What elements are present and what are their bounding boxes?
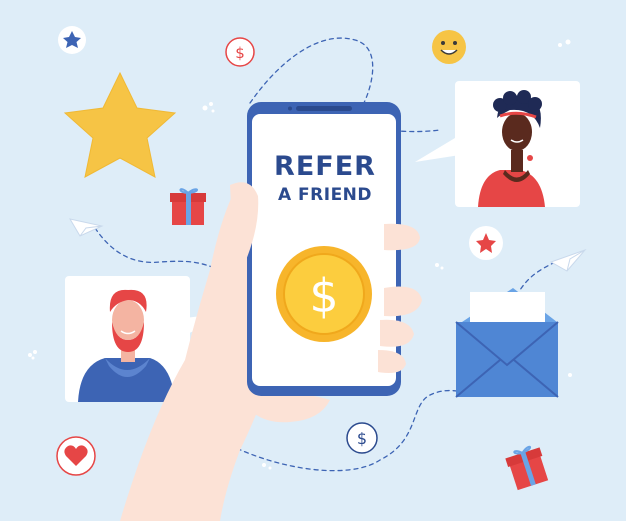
coin-dollar-symbol: $	[309, 269, 338, 323]
paper-plane-icon	[549, 248, 587, 272]
chat-bubble-right	[415, 81, 580, 207]
dollar-coin-icon: $	[276, 246, 372, 342]
a-friend-subtitle: A FRIEND	[277, 185, 373, 205]
heart-icon	[56, 436, 96, 476]
smartphone: $	[247, 102, 401, 396]
star-icon	[63, 71, 177, 178]
envelope-icon	[455, 288, 559, 398]
paper-plane-icon	[68, 218, 104, 237]
illustration: $ $ $	[28, 26, 587, 521]
dollar-icon-symbol: $	[357, 429, 367, 448]
refer-title: REFER	[274, 151, 376, 182]
gift-icon	[170, 188, 206, 225]
smiley-icon	[432, 30, 466, 64]
gift-icon	[505, 445, 549, 491]
dollar-icon-symbol: $	[235, 44, 245, 62]
